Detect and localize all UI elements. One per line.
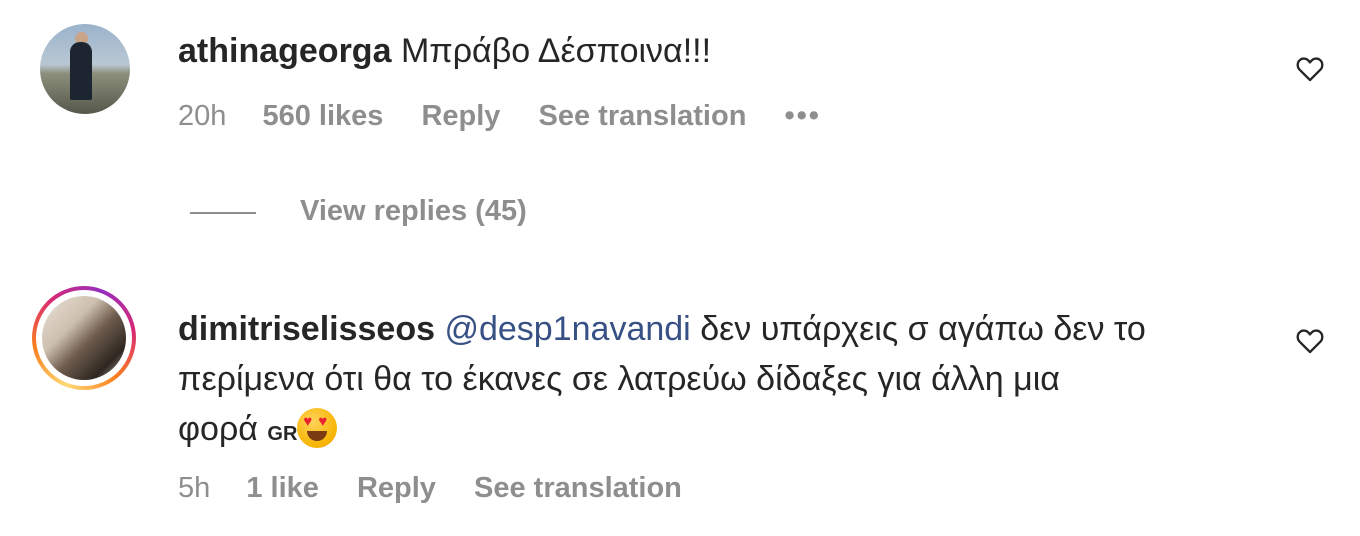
comment-body-line-2: περίμενα ότι θα το έκανες σε λατρεύω δίδ… [178,360,1060,398]
likes-count-link[interactable]: 560 likes [262,100,383,132]
mention-link[interactable]: @desp1navandi [444,310,690,348]
comment-body-line-3: φορά [178,410,258,448]
heart-eyes-emoji-icon [297,408,338,448]
comment-time: 20h [178,100,227,132]
see-translation-button[interactable]: See translation [539,100,747,132]
reply-button[interactable]: Reply [357,472,436,504]
avatar [42,296,126,380]
likes-count-link[interactable]: 1 like [246,472,319,504]
comment-line-3: φορά GR [178,404,1268,459]
comment-time: 5h [178,472,211,504]
comment-meta: 20h 560 likes Reply See translation ••• [178,100,851,133]
see-translation-button[interactable]: See translation [474,472,682,504]
comment-text: dimitriselisseos @desp1navandi δεν υπάρχ… [178,304,1268,459]
comment-text: athinageorga Μπράβο Δέσποινα!!! [178,26,711,76]
heart-outline-icon[interactable] [1296,328,1324,354]
more-options-icon[interactable]: ••• [784,100,820,132]
username-link[interactable]: athinageorga [178,32,391,70]
comment-meta: 5h 1 like Reply See translation [178,472,712,505]
avatar-figure [70,42,92,100]
avatar[interactable] [40,24,130,114]
avatar-story-ring[interactable] [32,286,136,390]
flag-text: GR [267,423,298,445]
reply-button[interactable]: Reply [421,100,500,132]
comment-body: Μπράβο Δέσποινα!!! [400,32,712,70]
replies-divider [190,212,256,214]
view-replies-button[interactable]: View replies (45) [300,195,527,228]
comment-line-1: dimitriselisseos @desp1navandi δεν υπάρχ… [178,304,1268,354]
heart-outline-icon[interactable] [1296,56,1324,82]
username-link[interactable]: dimitriselisseos [178,310,435,348]
comment-body-line-1: δεν υπάρχεις σ αγάπω δεν το [700,310,1146,348]
